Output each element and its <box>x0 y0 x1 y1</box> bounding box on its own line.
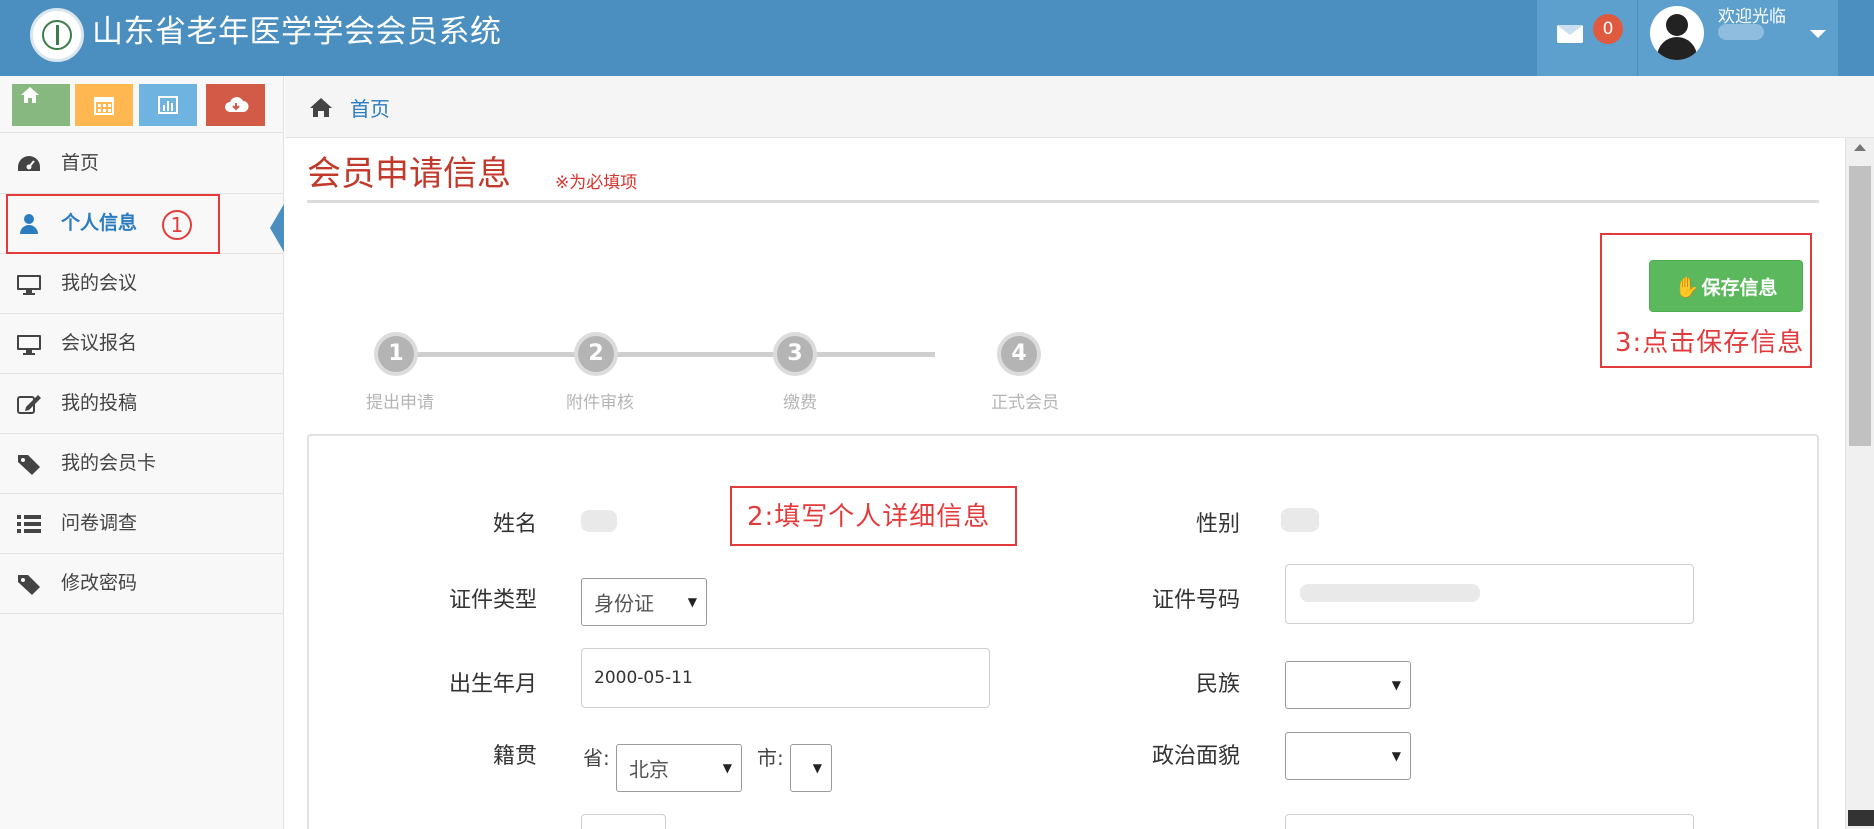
title-divider <box>307 200 1819 203</box>
caret-down-icon <box>1810 30 1826 38</box>
tag-icon <box>18 575 40 595</box>
save-button-label: 保存信息 <box>1701 276 1778 299</box>
scroll-bottom-indicator <box>1848 810 1874 826</box>
shortcut-download-button[interactable] <box>206 84 265 126</box>
top-header: 山东省老年医学学会会员系统 0 欢迎光临 <box>0 0 1874 76</box>
shortcut-calendar-button[interactable] <box>75 84 133 126</box>
save-info-button[interactable]: ✋ 保存信息 <box>1649 260 1803 312</box>
id-number-input[interactable] <box>1285 564 1694 624</box>
home-icon <box>21 87 39 103</box>
caret-down-icon: ▼ <box>687 595 697 609</box>
gender-label: 性别 <box>1195 512 1240 537</box>
monitor-icon <box>17 275 41 295</box>
city-label: 市: <box>757 746 784 770</box>
step-2-label: 附件审核 <box>566 393 634 413</box>
envelope-icon <box>1557 25 1583 43</box>
step-4-circle: 4 <box>997 332 1041 376</box>
step-4-label: 正式会员 <box>991 393 1059 413</box>
step-3-circle: 3 <box>773 332 817 376</box>
username-redacted <box>1718 24 1764 40</box>
scroll-up-arrow-icon[interactable] <box>1854 144 1866 151</box>
next-row-input-left[interactable] <box>581 814 666 829</box>
sidebar-item-label: 我的会议 <box>61 272 138 294</box>
name-value-redacted <box>581 510 617 532</box>
logo <box>30 8 84 62</box>
sidebar-item-home[interactable]: 首页 <box>0 134 284 194</box>
user-menu[interactable]: 欢迎光临 <box>1638 0 1838 76</box>
step-3-label: 缴费 <box>783 393 817 413</box>
hometown-label: 籍贯 <box>492 744 537 769</box>
sidebar-item-label: 问卷调查 <box>61 512 138 534</box>
caret-down-icon: ▼ <box>1391 678 1401 692</box>
id-number-redacted <box>1300 584 1480 602</box>
breadcrumb-home-link[interactable]: 首页 <box>350 93 390 122</box>
page-scrollbar[interactable] <box>1845 138 1874 829</box>
sidebar-item-my-meetings[interactable]: 我的会议 <box>0 254 284 314</box>
birth-date-input[interactable]: 2000-05-11 <box>581 648 990 708</box>
active-item-indicator <box>270 204 284 252</box>
gender-value-redacted[interactable] <box>1281 508 1319 532</box>
annotation-step2-hint: 2:填写个人详细信息 <box>747 502 991 532</box>
next-row-input-right[interactable] <box>1285 814 1694 829</box>
app-title: 山东省老年医学学会会员系统 <box>92 14 502 50</box>
sidebar-item-member-card[interactable]: 我的会员卡 <box>0 434 284 494</box>
step-1-label: 提出申请 <box>366 393 434 413</box>
province-label: 省: <box>583 746 610 770</box>
id-type-value: 身份证 <box>594 591 654 616</box>
annotation-step1-marker: 1 <box>162 210 192 240</box>
edit-icon <box>17 395 41 414</box>
sidebar-item-meeting-signup[interactable]: 会议报名 <box>0 314 284 374</box>
caret-down-icon: ▼ <box>1391 749 1401 763</box>
avatar <box>1650 6 1704 60</box>
bar-chart-icon <box>158 96 178 114</box>
shortcut-home-button[interactable] <box>12 84 70 126</box>
ethnicity-label: 民族 <box>1195 672 1240 697</box>
breadcrumb: 首页 <box>285 76 1874 138</box>
caret-down-icon: ▼ <box>722 761 732 775</box>
messages-button[interactable]: 0 <box>1537 0 1637 76</box>
city-select[interactable]: ▼ <box>790 744 832 792</box>
province-value: 北京 <box>629 757 669 782</box>
politics-label: 政治面貌 <box>1151 744 1240 769</box>
sidebar-item-change-password[interactable]: 修改密码 <box>0 554 284 614</box>
annotation-step3-hint: 3:点击保存信息 <box>1615 328 1805 358</box>
tag-icon <box>18 455 40 475</box>
list-icon <box>17 515 41 533</box>
sidebar-item-label: 首页 <box>61 152 100 174</box>
id-type-label: 证件类型 <box>448 588 537 613</box>
sidebar-item-label: 会议报名 <box>61 332 138 354</box>
sidebar-item-label: 我的投稿 <box>61 392 138 414</box>
monitor-icon <box>17 335 41 355</box>
scrollbar-thumb[interactable] <box>1849 166 1871 446</box>
calendar-icon <box>94 97 114 115</box>
ethnicity-select[interactable]: ▼ <box>1285 661 1411 709</box>
sidebar-item-label: 我的会员卡 <box>61 452 157 474</box>
name-label: 姓名 <box>492 512 537 537</box>
id-type-select[interactable]: 身份证 ▼ <box>581 578 707 626</box>
caret-down-icon: ▼ <box>812 761 822 775</box>
sidebar: 首页 个人信息 我的会议 会议报名 我的投稿 我的会员卡 问卷调查 修改密码 <box>0 76 284 829</box>
dashboard-icon <box>18 156 40 171</box>
sidebar-item-my-submissions[interactable]: 我的投稿 <box>0 374 284 434</box>
step-progress-line <box>395 352 935 357</box>
province-select[interactable]: 北京 ▼ <box>616 744 742 792</box>
message-count-badge: 0 <box>1593 14 1623 44</box>
page-title: 会员申请信息 <box>307 154 511 194</box>
sidebar-item-label: 修改密码 <box>61 572 138 594</box>
shortcut-chart-button[interactable] <box>139 84 197 126</box>
birth-label: 出生年月 <box>448 672 537 697</box>
shortcut-bar <box>0 76 284 133</box>
id-number-label: 证件号码 <box>1151 588 1240 613</box>
step-2-circle: 2 <box>574 332 618 376</box>
sidebar-item-survey[interactable]: 问卷调查 <box>0 494 284 554</box>
main-content: 会员申请信息 ※为必填项 ✋ 保存信息 3:点击保存信息 1 2 3 4 提出申请… <box>285 138 1845 829</box>
hand-icon: ✋ <box>1674 274 1700 299</box>
cloud-download-icon <box>225 97 249 112</box>
politics-select[interactable]: ▼ <box>1285 732 1411 780</box>
home-icon <box>310 98 332 117</box>
required-note: ※为必填项 <box>555 173 638 193</box>
step-1-circle: 1 <box>374 332 418 376</box>
